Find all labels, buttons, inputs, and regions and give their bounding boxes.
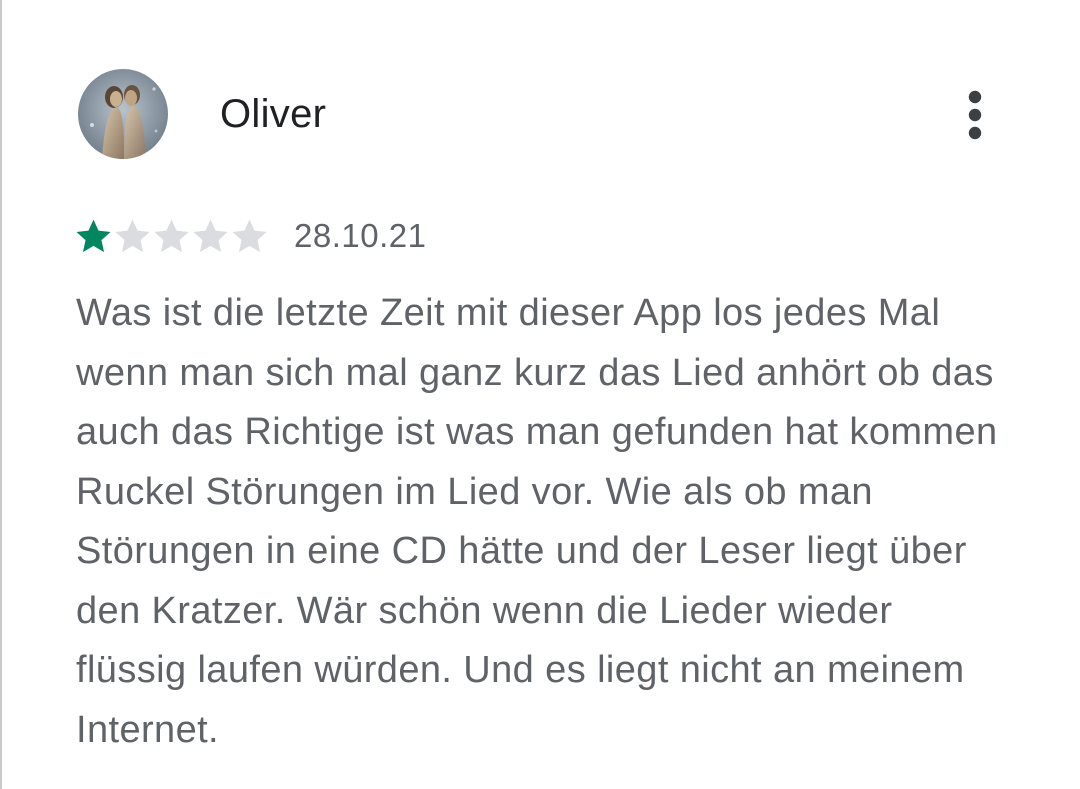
- avatar[interactable]: [78, 69, 168, 159]
- star-empty-icon: [193, 219, 228, 252]
- star-empty-icon: [232, 219, 267, 252]
- more-options-button[interactable]: [952, 84, 998, 146]
- review-card: Oliver 28.10.21 Was ist die letzte Zeit …: [0, 0, 1080, 789]
- star-rating: [74, 217, 269, 256]
- star-empty-icon: [115, 219, 150, 252]
- avatar-image: [78, 69, 168, 159]
- more-vert-icon: [968, 90, 982, 140]
- review-text: Was ist die letzte Zeit mit dieser App l…: [76, 292, 998, 751]
- author-name: Oliver: [220, 92, 327, 136]
- rating-row: 28.10.21: [74, 216, 426, 256]
- review-date: 28.10.21: [294, 217, 427, 254]
- star-empty-icon: [154, 219, 189, 252]
- star-filled-icon: [76, 219, 111, 252]
